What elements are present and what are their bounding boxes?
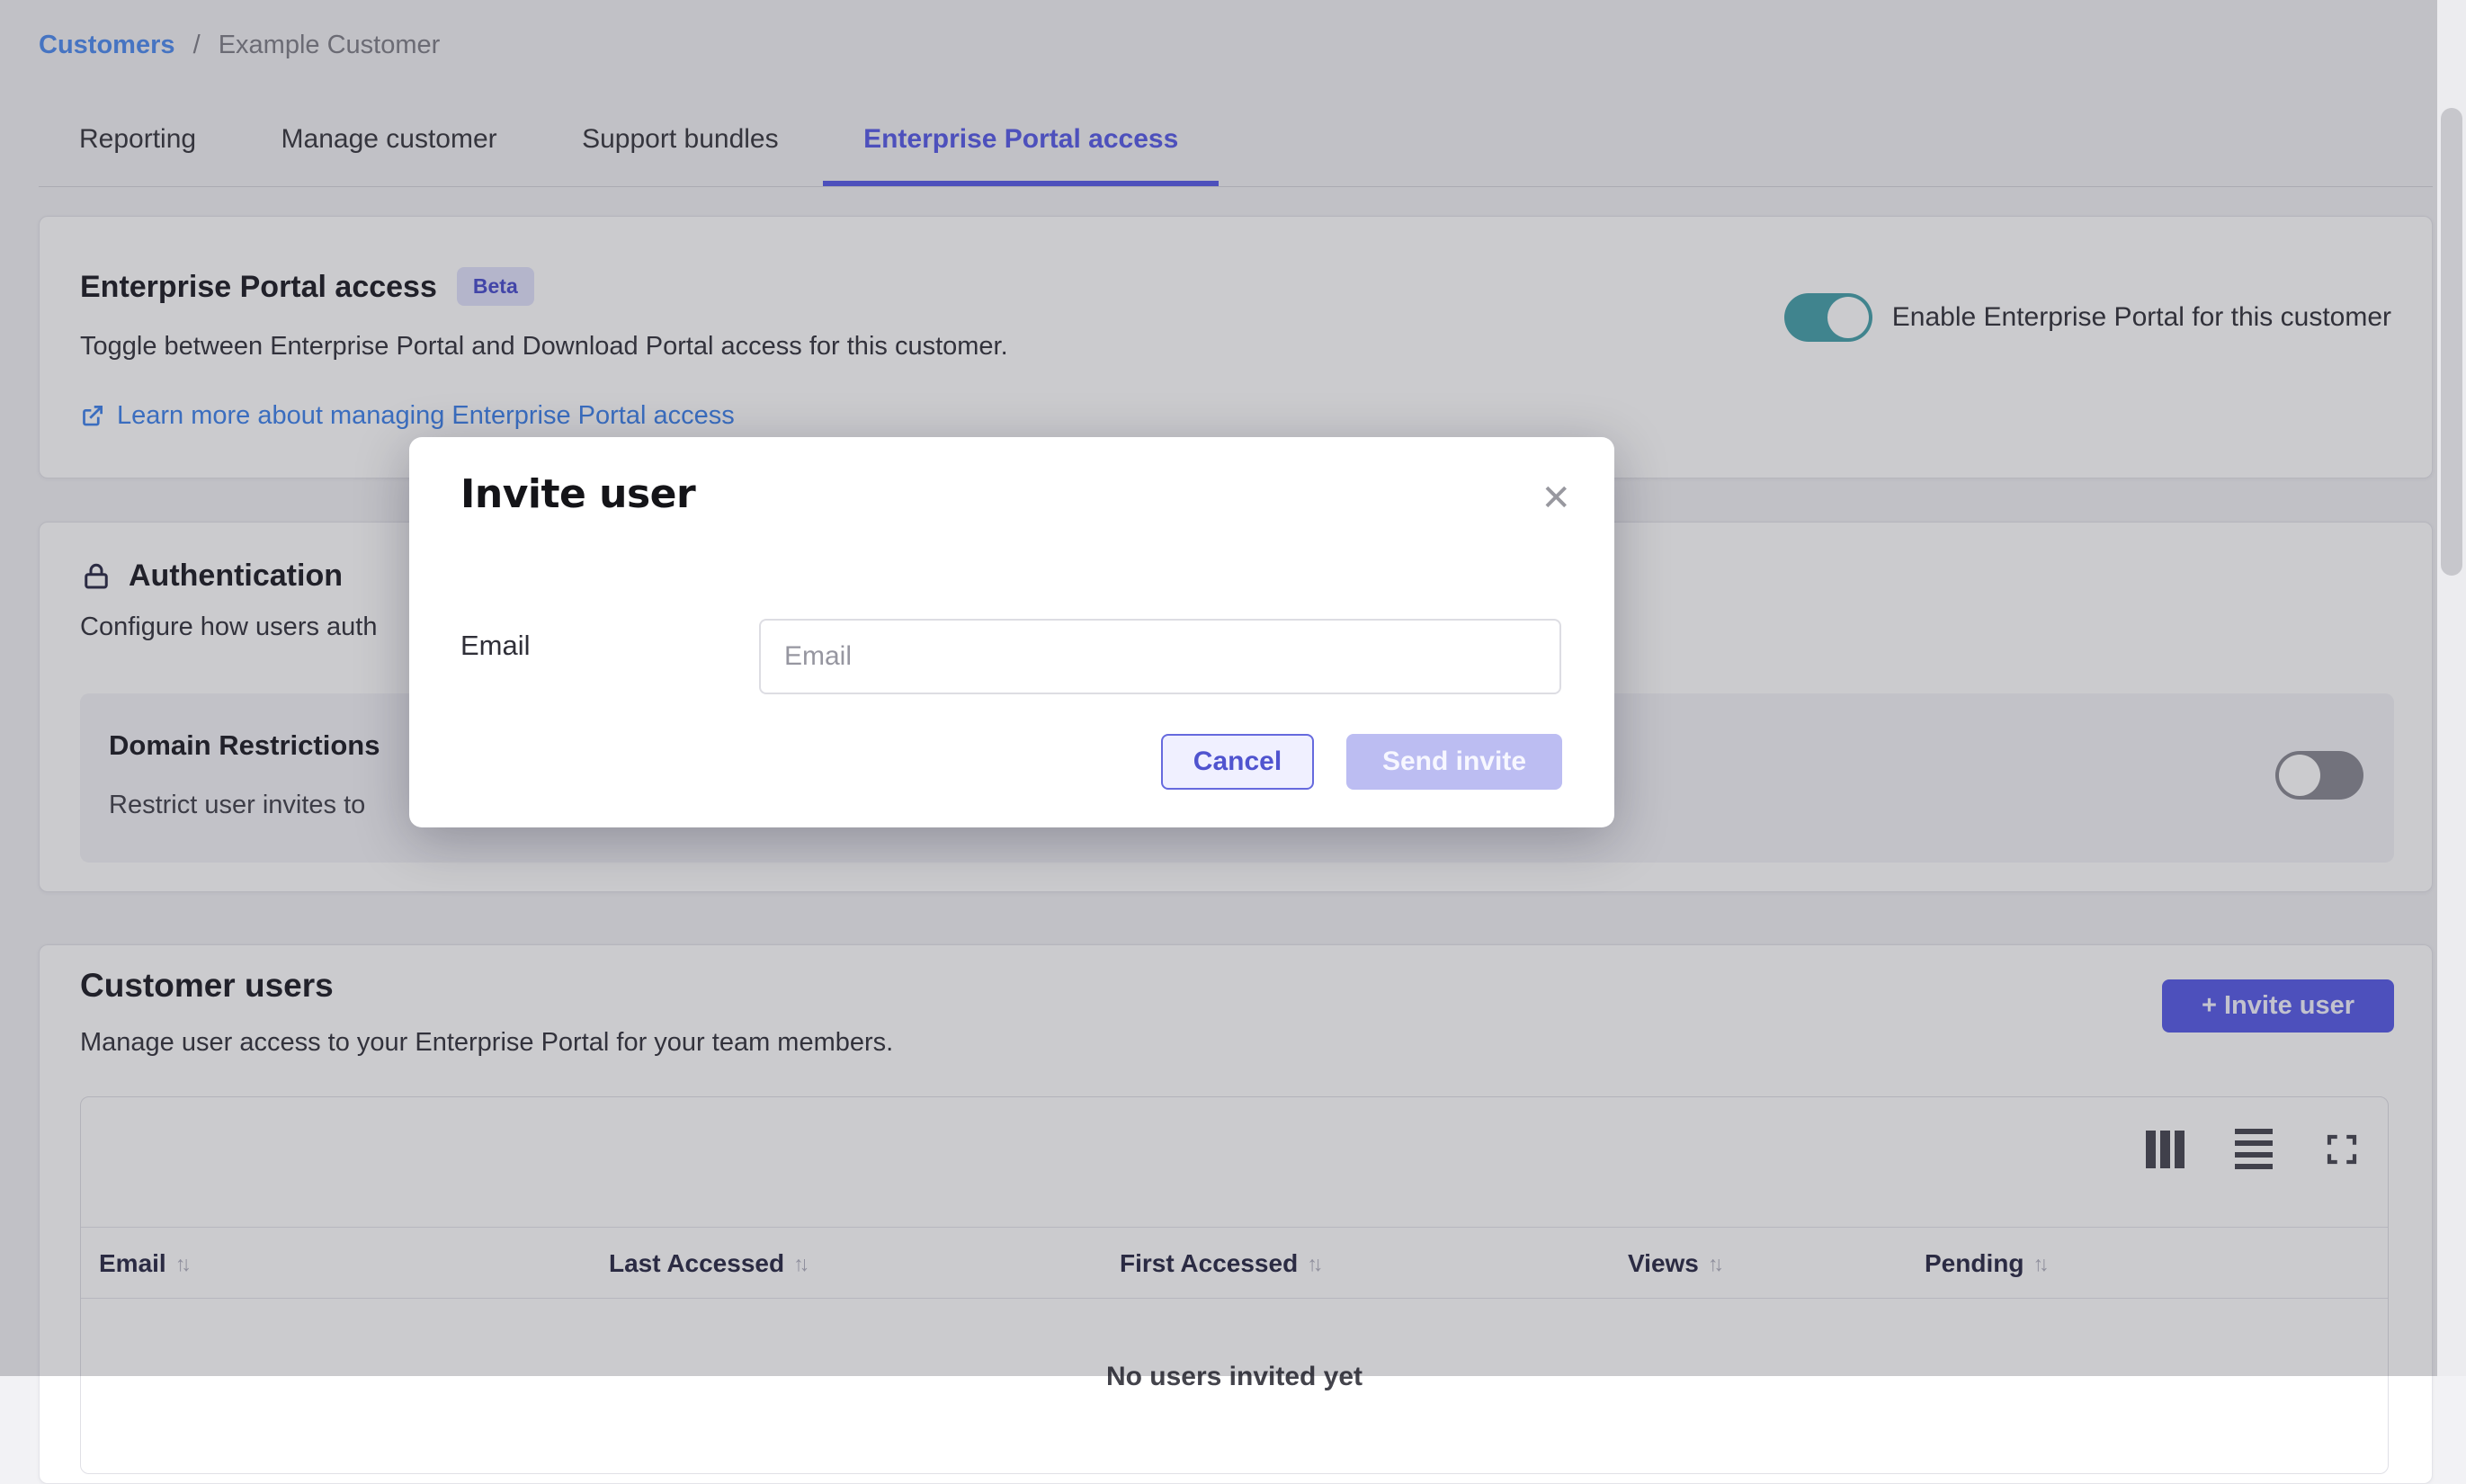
cancel-button[interactable]: Cancel bbox=[1161, 734, 1314, 790]
scrollbar-thumb[interactable] bbox=[2441, 108, 2462, 576]
scrollbar-track[interactable] bbox=[2437, 0, 2466, 1376]
modal-title: Invite user bbox=[460, 471, 695, 517]
close-icon[interactable]: ✕ bbox=[1541, 480, 1571, 516]
send-invite-button[interactable]: Send invite bbox=[1346, 734, 1562, 790]
email-field[interactable] bbox=[759, 619, 1561, 694]
email-label: Email bbox=[460, 630, 531, 662]
invite-user-modal: Invite user ✕ Email Cancel Send invite bbox=[409, 437, 1614, 827]
